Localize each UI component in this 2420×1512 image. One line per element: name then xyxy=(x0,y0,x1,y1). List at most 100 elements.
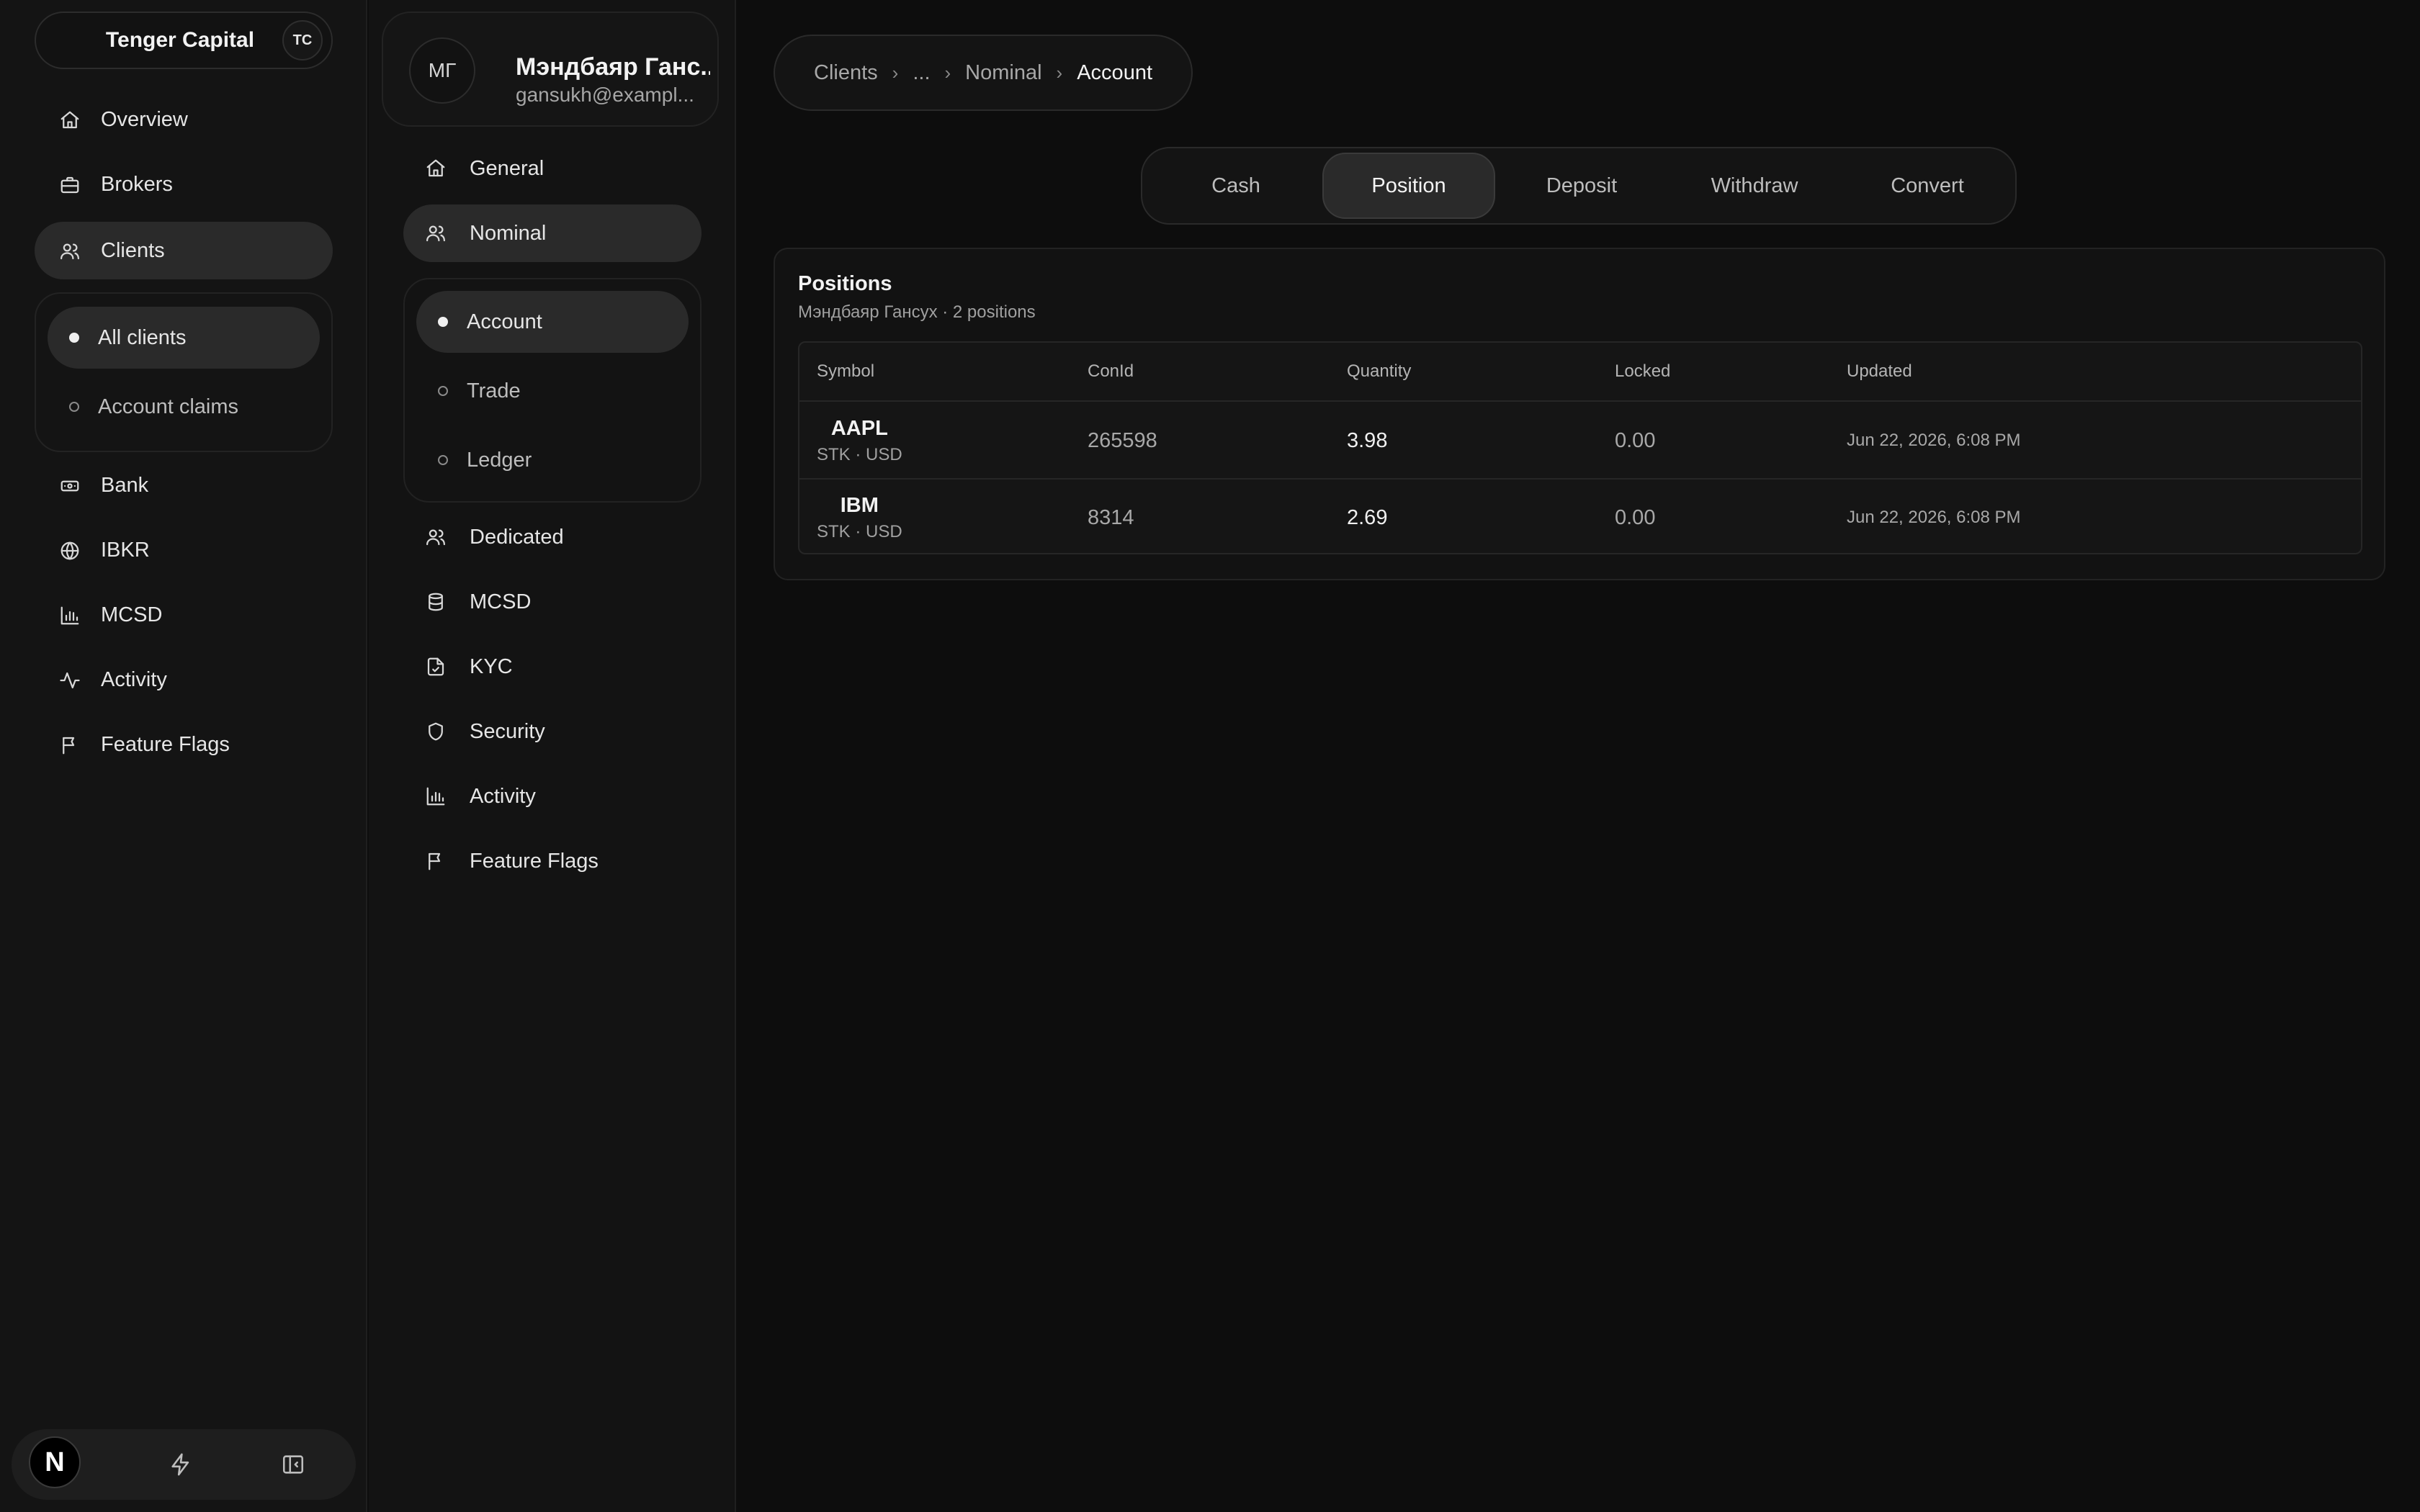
breadcrumb-ellipsis[interactable]: ... xyxy=(913,61,930,85)
client-subnav-trade[interactable]: Trade xyxy=(416,360,689,422)
sidebar-item-label: Overview xyxy=(101,108,188,131)
account-tabs: Cash Position Deposit Withdraw Convert xyxy=(1141,147,2017,225)
tab-cash[interactable]: Cash xyxy=(1150,153,1322,219)
home-icon xyxy=(425,158,447,179)
inactive-dot-icon xyxy=(69,402,79,412)
sidebar-item-feature-flags[interactable]: Feature Flags xyxy=(35,716,333,773)
positions-subtitle: Мэндбаяр Гансух · 2 positions xyxy=(798,302,1036,322)
main-content: Clients › ... › Nominal › Account Cash P… xyxy=(738,0,2420,1512)
tab-convert[interactable]: Convert xyxy=(1841,153,2014,219)
activity-icon xyxy=(59,670,81,691)
bar-chart-icon xyxy=(425,786,447,807)
main-sidebar: Tenger Capital TC Overview Brokers Clien… xyxy=(0,0,367,1512)
chevron-right-icon: › xyxy=(892,61,899,84)
chevron-right-icon: › xyxy=(1056,61,1063,84)
positions-table: Symbol ConId Quantity Locked Updated AAP… xyxy=(798,341,2362,554)
banknote-icon xyxy=(59,475,81,497)
sidebar-item-activity[interactable]: Activity xyxy=(35,651,333,708)
client-nav-label: Feature Flags xyxy=(470,850,599,873)
client-subnav-label: Ledger xyxy=(467,449,532,472)
conid-cell: 8314 xyxy=(1088,505,1134,529)
client-panel: МГ Мэндбаяр Ганс... gansukh@exampl... Ge… xyxy=(369,0,736,1512)
sidebar-item-label: Activity xyxy=(101,668,167,691)
briefcase-icon xyxy=(59,174,81,196)
client-subnav-label: Trade xyxy=(467,379,521,402)
client-subnav-label: Account xyxy=(467,310,542,333)
client-nav-mcsd[interactable]: MCSD xyxy=(403,573,702,631)
symbol: AAPL xyxy=(830,416,888,440)
column-header-quantity: Quantity xyxy=(1347,361,1412,381)
chevron-right-icon: › xyxy=(944,61,951,84)
sidebar-subitem-label: Account claims xyxy=(98,395,239,418)
sidebar-footer: N xyxy=(12,1429,356,1500)
column-header-conid: ConId xyxy=(1088,361,1134,381)
nominal-submenu: Account Trade Ledger xyxy=(403,278,702,503)
client-nav-activity[interactable]: Activity xyxy=(403,768,702,825)
active-dot-icon xyxy=(69,333,79,343)
updated-cell: Jun 22, 2026, 6:08 PM xyxy=(1847,431,2021,450)
sidebar-item-ibkr[interactable]: IBKR xyxy=(35,521,333,579)
sidebar-item-mcsd[interactable]: MCSD xyxy=(35,586,333,644)
client-header-card: МГ Мэндбаяр Ганс... gansukh@exampl... xyxy=(382,12,719,127)
sidebar-subitem-all-clients[interactable]: All clients xyxy=(48,307,320,369)
quantity-cell: 2.69 xyxy=(1347,505,1388,529)
breadcrumb-clients[interactable]: Clients xyxy=(814,61,878,85)
collapse-sidebar-icon[interactable] xyxy=(281,1452,305,1477)
symbol: IBM xyxy=(840,493,879,517)
sidebar-item-label: MCSD xyxy=(101,603,163,626)
dev-tools-button[interactable]: N xyxy=(29,1436,81,1488)
bar-chart-icon xyxy=(59,605,81,626)
document-check-icon xyxy=(425,656,447,678)
inactive-dot-icon xyxy=(438,386,448,396)
symbol-cell: AAPL STK · USD xyxy=(817,403,902,478)
client-nav-general[interactable]: General xyxy=(403,140,702,197)
sidebar-item-label: Clients xyxy=(101,239,165,262)
lightning-icon[interactable] xyxy=(169,1452,193,1477)
sidebar-subitem-account-claims[interactable]: Account claims xyxy=(48,376,320,438)
flag-icon xyxy=(59,734,81,756)
symbol-meta: STK · USD xyxy=(817,521,902,541)
client-nav-label: MCSD xyxy=(470,590,532,613)
client-nav-nominal[interactable]: Nominal xyxy=(403,204,702,262)
table-row[interactable]: IBM STK · USD 8314 2.69 0.00 Jun 22, 202… xyxy=(799,480,2361,553)
conid-cell: 265598 xyxy=(1088,428,1157,452)
brand-name: Tenger Capital xyxy=(105,28,255,52)
tab-withdraw[interactable]: Withdraw xyxy=(1668,153,1841,219)
flag-icon xyxy=(425,850,447,872)
active-dot-icon xyxy=(438,317,448,327)
shield-icon xyxy=(425,721,447,742)
client-nav-label: Dedicated xyxy=(470,526,564,549)
clients-submenu: All clients Account claims xyxy=(35,292,333,452)
sidebar-item-bank[interactable]: Bank xyxy=(35,456,333,514)
users-icon xyxy=(425,526,447,548)
positions-card: Positions Мэндбаяр Гансух · 2 positions … xyxy=(774,248,2385,580)
client-nav-dedicated[interactable]: Dedicated xyxy=(403,508,702,566)
users-icon xyxy=(425,222,447,244)
client-subnav-ledger[interactable]: Ledger xyxy=(416,429,689,491)
client-nav-label: Security xyxy=(470,720,545,743)
sidebar-item-clients[interactable]: Clients xyxy=(35,222,333,279)
tab-position[interactable]: Position xyxy=(1322,153,1495,219)
table-row[interactable]: AAPL STK · USD 265598 3.98 0.00 Jun 22, … xyxy=(799,403,2361,480)
client-nav-feature-flags[interactable]: Feature Flags xyxy=(403,832,702,890)
tab-deposit[interactable]: Deposit xyxy=(1495,153,1668,219)
table-header: Symbol ConId Quantity Locked Updated xyxy=(799,343,2361,402)
breadcrumb-nominal[interactable]: Nominal xyxy=(965,61,1041,85)
sidebar-item-brokers[interactable]: Brokers xyxy=(35,156,333,213)
quantity-cell: 3.98 xyxy=(1347,428,1388,452)
client-email: gansukh@exampl... xyxy=(516,84,694,106)
avatar: МГ xyxy=(409,37,475,104)
client-nav-security[interactable]: Security xyxy=(403,703,702,760)
client-nav-label: Nominal xyxy=(470,222,547,245)
client-nav-label: Activity xyxy=(470,785,536,808)
column-header-symbol: Symbol xyxy=(817,361,875,381)
client-nav-kyc[interactable]: KYC xyxy=(403,638,702,696)
inactive-dot-icon xyxy=(438,455,448,465)
positions-title: Positions xyxy=(798,272,892,295)
brand-switcher[interactable]: Tenger Capital TC xyxy=(35,12,333,69)
symbol-cell: IBM STK · USD xyxy=(817,480,902,553)
database-icon xyxy=(425,591,447,613)
sidebar-subitem-label: All clients xyxy=(98,326,187,349)
sidebar-item-overview[interactable]: Overview xyxy=(35,91,333,148)
client-subnav-account[interactable]: Account xyxy=(416,291,689,353)
